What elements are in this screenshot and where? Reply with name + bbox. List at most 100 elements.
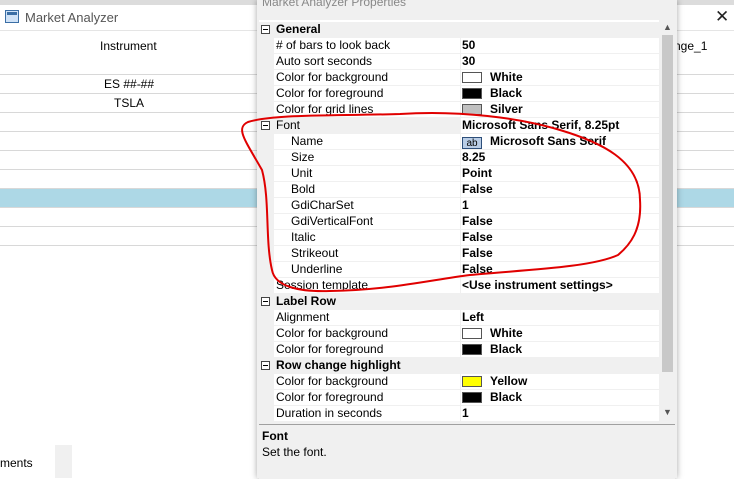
property-name: Auto sort seconds [274,54,461,70]
property-value[interactable]: 8.25 [459,150,659,166]
tab-instruments[interactable]: ments [0,445,56,478]
property-value[interactable]: Microsoft Sans Serif, 8.25pt [459,118,659,134]
value-text: White [490,70,523,84]
column-instrument[interactable]: Instrument [100,39,157,53]
property-row[interactable]: Color for foreground Black [259,390,659,406]
market-analyzer-title: Market Analyzer [25,10,119,25]
property-row[interactable]: GdiCharSet 1 [259,198,659,214]
property-value[interactable]: False [459,214,659,230]
property-value[interactable]: Black [459,86,659,102]
row-margin [259,246,274,262]
property-row[interactable]: Color for background White [259,70,659,86]
property-row[interactable]: Italic False [259,230,659,246]
property-row[interactable]: Color for foreground Black [259,342,659,358]
property-value[interactable]: White [459,326,659,342]
value-text: <Use instrument settings> [462,278,613,292]
property-row[interactable]: Underline False [259,262,659,278]
property-value[interactable]: 50 [459,38,659,54]
color-swatch [462,328,482,339]
property-value[interactable]: Left [459,310,659,326]
color-swatch [462,376,482,387]
category-label-row[interactable]: Label Row [259,294,659,310]
category-label: General [276,22,321,36]
property-name: GdiCharSet [274,198,461,214]
collapse-toggle-icon[interactable] [261,121,270,130]
value-text: 30 [462,54,476,68]
dialog-title: Market Analyzer Properties [262,0,407,9]
value-text: Black [490,86,523,100]
collapse-toggle-icon[interactable] [261,361,270,370]
value-text: Black [490,390,523,404]
property-name: GdiVerticalFont [274,214,461,230]
row-margin [259,326,274,342]
property-value[interactable]: Black [459,390,659,406]
property-row-font[interactable]: Font Microsoft Sans Serif, 8.25pt [259,118,659,134]
property-row[interactable]: Color for foreground Black [259,86,659,102]
property-row[interactable]: # of bars to look back 50 [259,38,659,54]
property-row[interactable]: Name ab Microsoft Sans Serif [259,134,659,150]
collapse-toggle-icon[interactable] [261,297,270,306]
row-margin [259,134,274,150]
property-value[interactable]: ab Microsoft Sans Serif [459,134,659,150]
property-row[interactable]: Size 8.25 [259,150,659,166]
scroll-up-icon[interactable]: ▲ [659,20,676,35]
property-value[interactable]: False [459,230,659,246]
scroll-down-icon[interactable]: ▼ [659,405,676,420]
property-name: Color for foreground [274,342,461,358]
property-value[interactable]: Silver [459,102,659,118]
scroll-thumb[interactable] [662,35,673,372]
property-row[interactable]: Color for background White [259,326,659,342]
property-value[interactable]: 30 [459,54,659,70]
row-margin [259,198,274,214]
category-row-change[interactable]: Row change highlight [259,358,659,374]
color-swatch [462,88,482,99]
row-margin [259,390,274,406]
column-change[interactable]: nge_1 [674,39,707,53]
property-name: Session template [274,278,461,294]
row-margin [259,86,274,102]
property-value[interactable]: 1 [459,198,659,214]
property-name: Color for background [274,326,461,342]
property-row[interactable]: Bold False [259,182,659,198]
close-icon[interactable]: ✕ [715,7,729,27]
category-general[interactable]: General [259,22,659,38]
property-name: Color for foreground [274,86,461,102]
property-grid: General # of bars to look back 50 Auto s… [259,20,659,422]
property-value[interactable]: White [459,70,659,86]
property-row[interactable]: Color for grid lines Silver [259,102,659,118]
property-row[interactable]: Auto sort seconds 30 [259,54,659,70]
value-text: 1 [462,198,469,212]
property-row[interactable]: Alignment Left [259,310,659,326]
property-name: Bold [274,182,461,198]
row-margin [259,230,274,246]
instrument-cell: ES ##-## [104,77,155,91]
property-value[interactable]: False [459,246,659,262]
color-swatch [462,392,482,403]
property-value[interactable]: 1 [459,406,659,422]
color-swatch [462,72,482,83]
value-text: Silver [490,102,523,116]
vertical-scrollbar[interactable]: ▲ ▼ [659,20,676,422]
property-row[interactable]: Strikeout False [259,246,659,262]
property-value[interactable]: False [459,262,659,278]
value-text: White [490,326,523,340]
property-name: Color for grid lines [274,102,461,118]
property-row[interactable]: Duration in seconds 1 [259,406,659,422]
property-value[interactable]: False [459,182,659,198]
property-value[interactable]: Point [459,166,659,182]
property-row[interactable]: Color for background Yellow [259,374,659,390]
value-text: Yellow [490,374,528,388]
collapse-toggle-icon[interactable] [261,25,270,34]
property-value[interactable]: Yellow [459,374,659,390]
property-value[interactable]: <Use instrument settings> [459,278,659,294]
window-icon [5,10,19,23]
value-text: 8.25 [462,150,486,164]
property-name: Color for background [274,70,461,86]
property-row[interactable]: Unit Point [259,166,659,182]
row-margin [259,166,274,182]
property-row[interactable]: GdiVerticalFont False [259,214,659,230]
property-row[interactable]: Session template <Use instrument setting… [259,278,659,294]
property-value[interactable]: Black [459,342,659,358]
property-name: Underline [274,262,461,278]
value-text: Left [462,310,484,324]
